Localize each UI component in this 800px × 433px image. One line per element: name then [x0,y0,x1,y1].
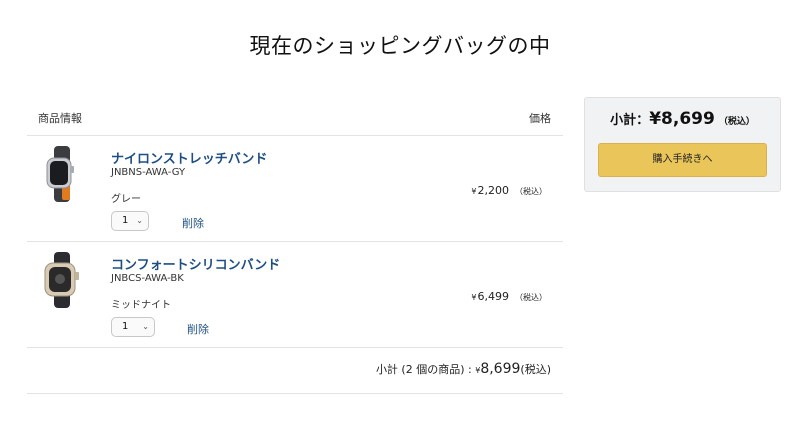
checkout-button[interactable]: 購入手続きへ [598,143,767,177]
item-variant: グレー [111,194,141,205]
delete-link[interactable]: 削除 [182,215,204,231]
quantity-select[interactable]: 1 ⌄ [111,317,155,337]
price-value: 2,200 [477,184,510,197]
price-symbol: ¥ [471,187,477,196]
item-variant: ミッドナイト [111,300,171,311]
subtotal-amount: 8,699 [480,361,521,377]
page-title: 現在のショッピングバッグの中 [249,34,551,58]
subtotal-text: 小計 (2 個の商品) : ¥8,699(税込) [376,361,551,377]
item-name-link[interactable]: ナイロンストレッチバンド [111,148,267,167]
subtotal-row: 小計 (2 個の商品) : ¥8,699(税込) [27,348,563,394]
cart-table: 商品情報 価格 ナイロンストレッチバンド JNBNS-AWA-GY グレー 1 … [27,100,563,394]
cart-header: 商品情報 価格 [27,100,563,136]
tax-note: （税込） [515,187,547,196]
subtotal-tax-note: (税込) [520,363,551,376]
price-header: 価格 [529,112,551,125]
watch-silicone-band-icon[interactable] [39,252,85,308]
quantity-value: 1 [122,321,129,332]
summary-label: 小計： [610,113,650,128]
chevron-down-icon: ⌄ [142,322,149,331]
chevron-down-icon: ⌄ [136,216,143,225]
tax-note: （税込） [515,293,547,302]
watch-nylon-band-icon[interactable] [39,146,85,202]
cart-item: コンフォートシリコンバンド JNBCS-AWA-BK ミッドナイト 1 ⌄ 削除… [27,242,563,348]
summary-subtotal: 小計：¥8,699 （税込） [585,109,780,129]
order-summary-box: 小計：¥8,699 （税込） 購入手続きへ [584,97,781,192]
cart-item: ナイロンストレッチバンド JNBNS-AWA-GY グレー 1 ⌄ 削除 ¥2,… [27,136,563,242]
price-value: 6,499 [477,290,510,303]
item-sku: JNBNS-AWA-GY [111,167,186,178]
item-name-link[interactable]: コンフォートシリコンバンド [111,254,280,273]
summary-amount: 8,699 [661,109,715,129]
item-sku: JNBCS-AWA-BK [111,273,184,284]
product-info-header: 商品情報 [38,112,82,125]
delete-link[interactable]: 削除 [187,321,209,337]
subtotal-label: 小計 (2 個の商品) : [375,363,472,376]
quantity-select[interactable]: 1 ⌄ [111,211,149,231]
quantity-value: 1 [122,215,129,226]
item-price: ¥6,499 （税込） [471,290,547,303]
summary-symbol: ¥ [649,109,662,129]
item-price: ¥2,200 （税込） [471,184,547,197]
price-symbol: ¥ [471,293,477,302]
summary-tax-note: （税込） [718,117,755,127]
